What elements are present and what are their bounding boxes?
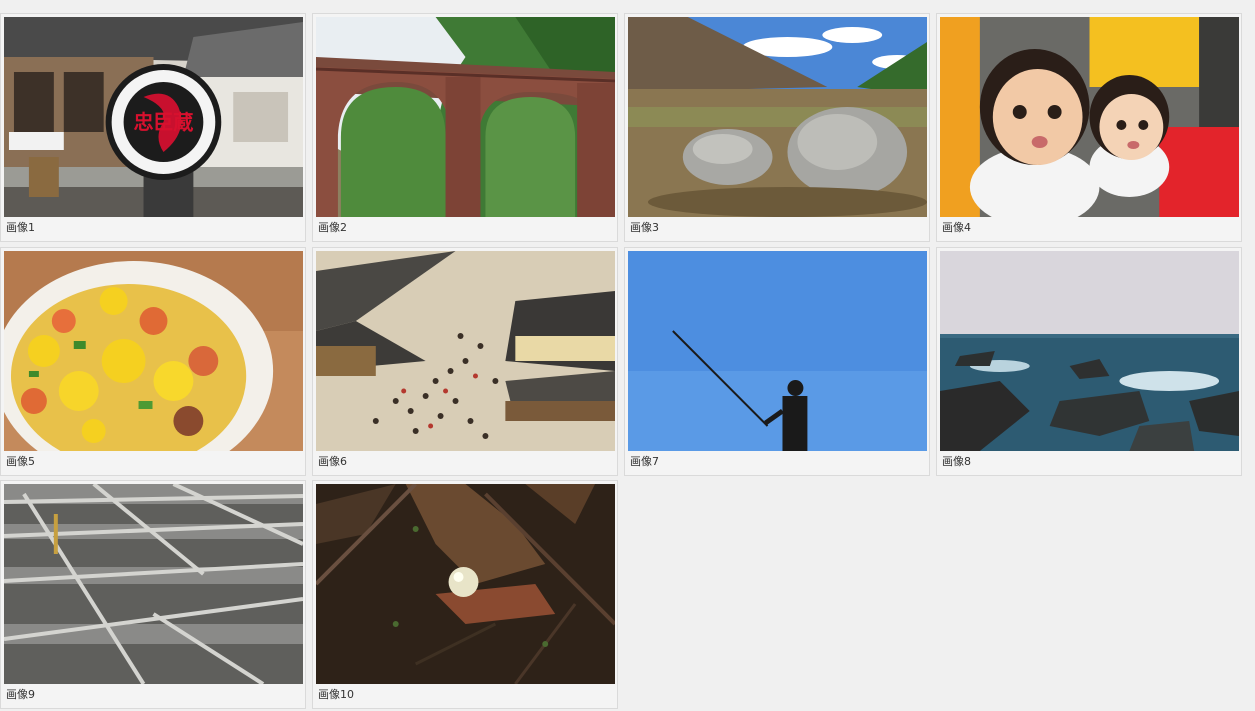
sign-text: 忠臣蔵 bbox=[134, 110, 194, 134]
gallery-item-10[interactable]: 画像10 bbox=[312, 480, 618, 709]
gallery-item-3[interactable]: 画像3 bbox=[624, 13, 930, 242]
image-9-caption: 画像9 bbox=[6, 688, 35, 701]
image-10-thumbnail[interactable] bbox=[316, 484, 615, 684]
image-6-caption: 画像6 bbox=[318, 455, 347, 468]
image-3-thumbnail[interactable] bbox=[628, 17, 927, 217]
image-gallery: 忠臣蔵 画像1 画像2 画像3 画像4 画像5 画像6 画像7 画像8 画像9 … bbox=[0, 0, 1255, 711]
image-4-caption: 画像4 bbox=[942, 221, 971, 234]
image-5-caption: 画像5 bbox=[6, 455, 35, 468]
image-6-thumbnail[interactable] bbox=[316, 251, 615, 451]
image-4-thumbnail[interactable] bbox=[940, 17, 1239, 217]
gallery-item-5[interactable]: 画像5 bbox=[0, 247, 306, 476]
image-3-caption: 画像3 bbox=[630, 221, 659, 234]
image-5-thumbnail[interactable] bbox=[4, 251, 303, 451]
image-1-thumbnail[interactable]: 忠臣蔵 bbox=[4, 17, 303, 217]
image-9-thumbnail[interactable] bbox=[4, 484, 303, 684]
image-2-thumbnail[interactable] bbox=[316, 17, 615, 217]
gallery-item-9[interactable]: 画像9 bbox=[0, 480, 306, 709]
image-2-caption: 画像2 bbox=[318, 221, 347, 234]
gallery-item-4[interactable]: 画像4 bbox=[936, 13, 1242, 242]
gallery-item-7[interactable]: 画像7 bbox=[624, 247, 930, 476]
image-8-caption: 画像8 bbox=[942, 455, 971, 468]
image-8-thumbnail[interactable] bbox=[940, 251, 1239, 451]
image-10-caption: 画像10 bbox=[318, 688, 354, 701]
gallery-item-1[interactable]: 忠臣蔵 画像1 bbox=[0, 13, 306, 242]
image-7-caption: 画像7 bbox=[630, 455, 659, 468]
gallery-item-6[interactable]: 画像6 bbox=[312, 247, 618, 476]
gallery-item-2[interactable]: 画像2 bbox=[312, 13, 618, 242]
gallery-item-8[interactable]: 画像8 bbox=[936, 247, 1242, 476]
image-1-caption: 画像1 bbox=[6, 221, 35, 234]
image-7-thumbnail[interactable] bbox=[628, 251, 927, 451]
